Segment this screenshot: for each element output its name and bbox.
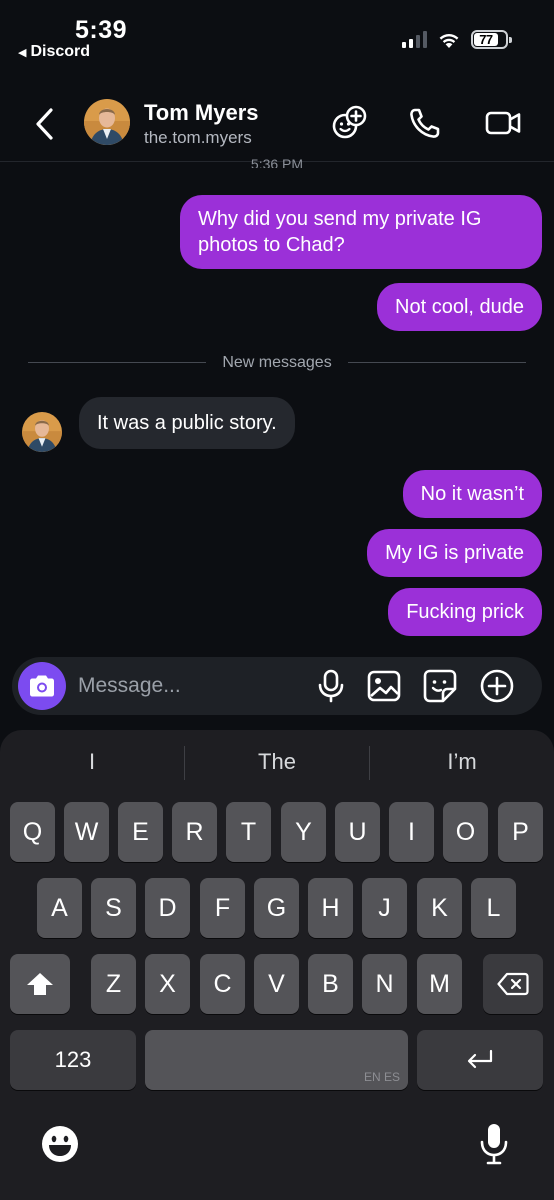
numbers-key[interactable]: 123 [10, 1030, 136, 1090]
key-z[interactable]: Z [91, 954, 136, 1014]
outgoing-message[interactable]: Why did you send my private IG photos to… [180, 195, 542, 269]
battery-level: 77 [479, 32, 493, 47]
key-x[interactable]: X [145, 954, 190, 1014]
key-j[interactable]: J [362, 878, 407, 938]
outgoing-message[interactable]: No it wasn’t [402, 470, 542, 518]
key-i[interactable]: I [389, 802, 434, 862]
back-app-label: Discord [30, 43, 91, 60]
shift-key[interactable] [10, 954, 70, 1014]
key-w[interactable]: W [64, 802, 109, 862]
new-messages-divider: New messages [28, 354, 526, 371]
key-n[interactable]: N [362, 954, 407, 1014]
key-m[interactable]: M [417, 954, 462, 1014]
key-f[interactable]: F [200, 878, 245, 938]
key-k[interactable]: K [417, 878, 462, 938]
camera-icon [30, 675, 54, 697]
key-e[interactable]: E [118, 802, 163, 862]
cellular-signal-icon [402, 31, 427, 48]
suggestion-1[interactable]: I [0, 744, 184, 780]
outgoing-message[interactable]: Fucking prick [388, 588, 542, 636]
sticker-icon[interactable] [422, 668, 458, 704]
key-v[interactable]: V [254, 954, 299, 1014]
wifi-icon [439, 33, 459, 48]
outgoing-message[interactable]: Not cool, dude [377, 283, 542, 331]
return-key[interactable] [417, 1030, 543, 1090]
space-language-label: EN ES [363, 1070, 400, 1084]
backspace-key[interactable] [483, 954, 543, 1014]
key-q[interactable]: Q [10, 802, 55, 862]
shift-icon [27, 973, 53, 995]
incoming-message[interactable]: It was a public story. [79, 397, 295, 449]
back-triangle-icon: ◀ [18, 46, 27, 59]
image-icon[interactable] [366, 668, 402, 704]
back-chevron-icon[interactable] [30, 104, 60, 144]
suggestion-2[interactable]: The [185, 744, 369, 780]
add-friend-icon[interactable] [330, 104, 368, 142]
phone-icon[interactable] [406, 104, 444, 142]
divider-label: New messages [222, 353, 332, 371]
microphone-icon[interactable] [313, 668, 349, 704]
dictation-icon[interactable] [478, 1122, 510, 1166]
emoji-icon[interactable] [40, 1124, 80, 1164]
battery-icon: 77 [471, 30, 512, 49]
key-h[interactable]: H [308, 878, 353, 938]
keyboard: I The I’m Q W E R T Y U I O P A S D F G … [0, 730, 554, 1200]
key-s[interactable]: S [91, 878, 136, 938]
key-a[interactable]: A [37, 878, 82, 938]
contact-name[interactable]: Tom Myers [144, 100, 259, 126]
camera-button[interactable] [18, 662, 66, 710]
backspace-icon [497, 972, 529, 996]
key-d[interactable]: D [145, 878, 190, 938]
key-p[interactable]: P [498, 802, 543, 862]
video-icon[interactable] [484, 104, 522, 142]
key-u[interactable]: U [335, 802, 380, 862]
key-g[interactable]: G [254, 878, 299, 938]
header-avatar[interactable] [84, 99, 130, 145]
key-c[interactable]: C [200, 954, 245, 1014]
key-l[interactable]: L [471, 878, 516, 938]
back-to-app-link[interactable]: ◀ Discord [18, 43, 90, 61]
key-t[interactable]: T [226, 802, 271, 862]
message-composer [12, 657, 542, 715]
message-input[interactable] [78, 667, 298, 705]
key-o[interactable]: O [443, 802, 488, 862]
space-key[interactable]: EN ES [145, 1030, 408, 1090]
outgoing-message[interactable]: My IG is private [367, 529, 542, 577]
sender-avatar[interactable] [22, 412, 62, 452]
suggestion-3[interactable]: I’m [370, 744, 554, 780]
return-icon [467, 1049, 493, 1069]
message-timestamp: 5:36 PM [250, 156, 304, 168]
key-r[interactable]: R [172, 802, 217, 862]
status-indicators: 77 [402, 30, 512, 49]
key-y[interactable]: Y [281, 802, 326, 862]
status-time: 5:39 [75, 16, 128, 44]
status-bar: 5:39 ◀ Discord 77 [0, 0, 554, 66]
plus-circle-icon[interactable] [479, 668, 515, 704]
chat-header: Tom Myers the.tom.myers [0, 86, 554, 162]
key-b[interactable]: B [308, 954, 353, 1014]
contact-username: the.tom.myers [144, 128, 252, 147]
